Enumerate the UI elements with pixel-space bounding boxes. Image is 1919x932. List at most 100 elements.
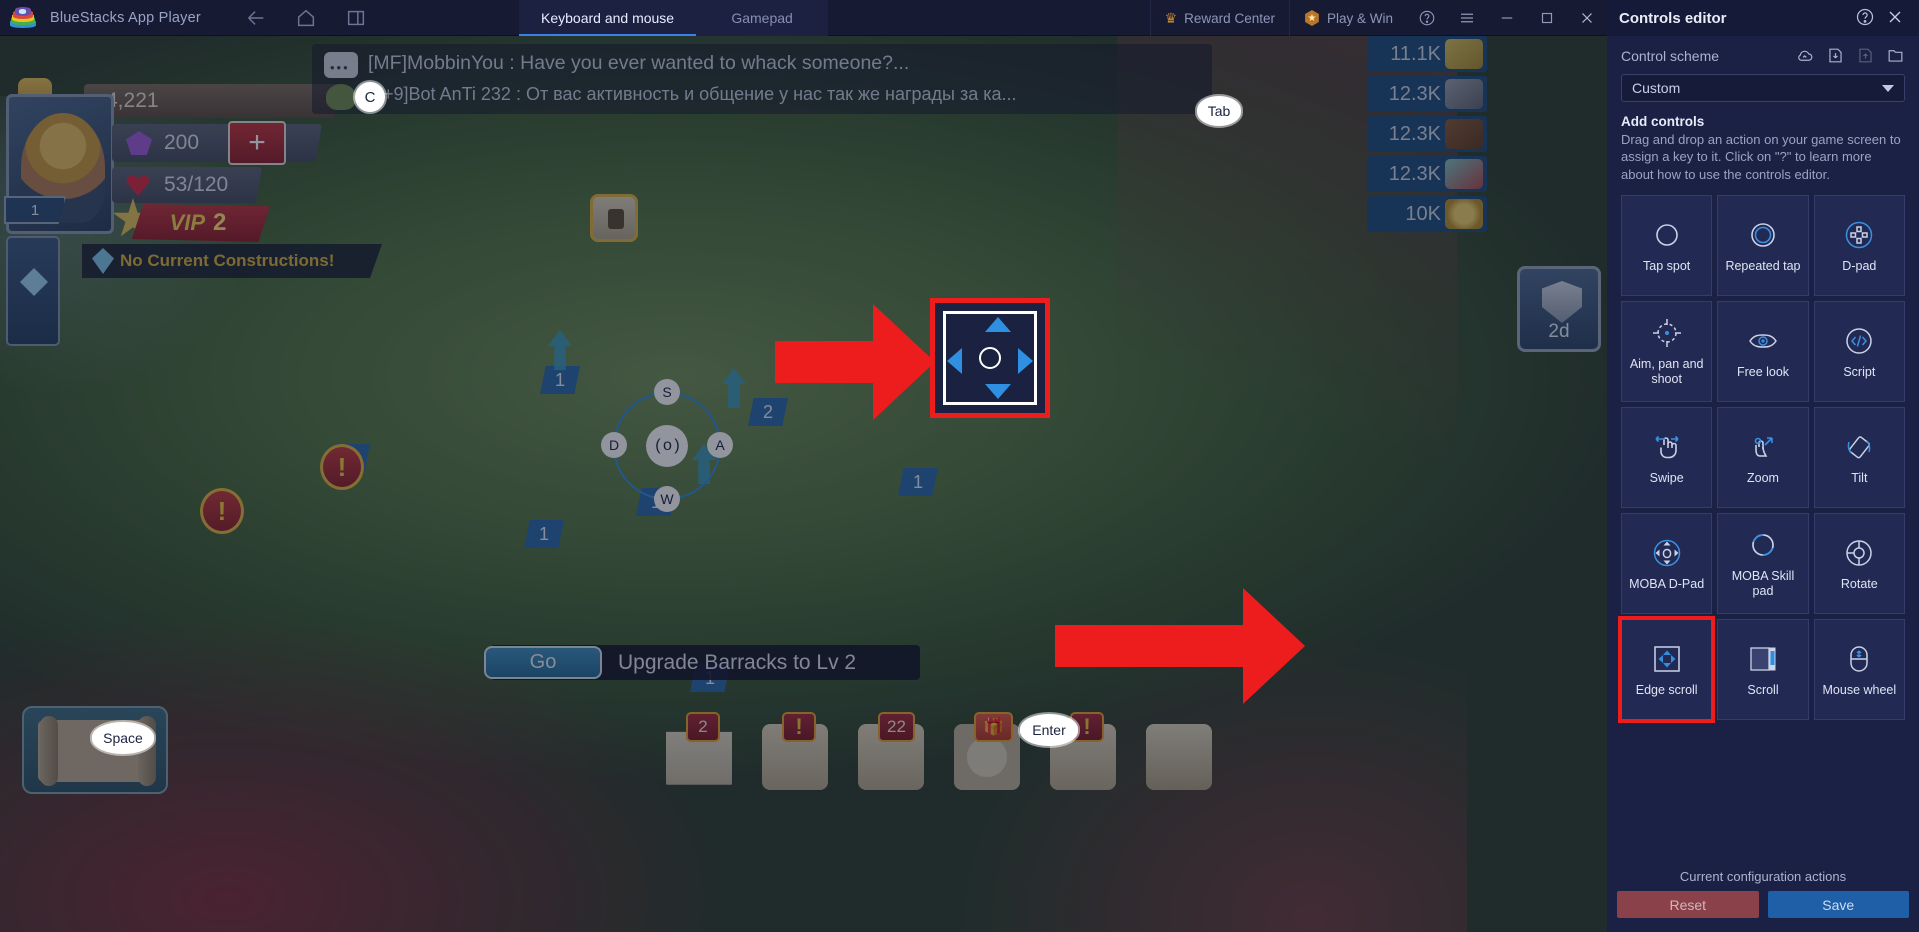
map-marker[interactable]: 1	[898, 468, 938, 496]
power-value: 4,221	[84, 84, 344, 118]
construction-status-text: No Current Constructions!	[120, 251, 335, 270]
reset-button[interactable]: Reset	[1617, 891, 1759, 918]
multi-instance-icon[interactable]	[345, 7, 367, 29]
close-button[interactable]	[1567, 0, 1607, 36]
control-scroll[interactable]: Scroll	[1717, 618, 1809, 720]
keycap-resources[interactable]: Tab	[1197, 96, 1241, 126]
cloud-sync-icon[interactable]	[1796, 46, 1815, 65]
control-tap-spot[interactable]: Tap spot	[1621, 194, 1713, 296]
help-circle-icon[interactable]	[1855, 7, 1877, 29]
control-rotate[interactable]: Rotate	[1813, 512, 1905, 614]
resource-value: 11.1K	[1390, 42, 1441, 65]
bag-button[interactable]	[1140, 718, 1218, 796]
quest-banner: Go Upgrade Barracks to Lv 2	[484, 645, 920, 680]
home-icon[interactable]	[295, 7, 317, 29]
chat-overlay[interactable]: ••• [MF]MobbinYou : Have you ever wanted…	[312, 44, 1212, 114]
map-marker[interactable]: 1	[540, 366, 580, 394]
rotate-icon	[1842, 536, 1876, 570]
annotation-arrow-edge-scroll	[1055, 588, 1305, 704]
joystick-center[interactable]: ( o )	[646, 425, 688, 467]
zoom-icon	[1746, 430, 1780, 464]
tab-keyboard-and-mouse[interactable]: Keyboard and mouse	[519, 0, 697, 36]
panel-header: Controls editor	[1607, 0, 1919, 36]
minimize-button[interactable]	[1487, 0, 1527, 36]
reward-center-button[interactable]: ♛ Reward Center	[1149, 0, 1289, 36]
control-free-look[interactable]: Free look	[1717, 300, 1809, 402]
control-aim-pan-shoot[interactable]: Aim, pan and shoot	[1621, 300, 1713, 402]
settings-gear-button[interactable]: 🎁	[948, 712, 1026, 796]
map-marker[interactable]: 1	[524, 520, 564, 548]
import-icon[interactable]	[1826, 46, 1845, 65]
resource-row-wheat[interactable]: 11.1K	[1367, 36, 1487, 72]
gift-icon: 🎁	[974, 712, 1014, 742]
gold-coin-icon	[1445, 199, 1483, 229]
minimap-scroll-button[interactable]	[22, 706, 168, 794]
reward-center-label: Reward Center	[1184, 10, 1275, 26]
control-edge-scroll[interactable]: Edge scroll	[1617, 615, 1716, 723]
vip-badge[interactable]: VIP 2	[131, 204, 270, 242]
joystick-key-up[interactable]: S	[654, 379, 680, 405]
control-repeated-tap[interactable]: Repeated tap	[1717, 194, 1809, 296]
control-scheme-section: Control scheme Custom	[1607, 36, 1919, 102]
mail-button[interactable]: 2	[660, 712, 738, 796]
locked-building-icon[interactable]	[590, 194, 638, 242]
control-label: Script	[1843, 364, 1876, 379]
add-controls-description: Drag and drop an action on your game scr…	[1621, 132, 1901, 182]
folder-icon[interactable]	[1886, 46, 1905, 65]
joystick-key-right[interactable]: A	[707, 432, 733, 458]
moba-skill-pad-icon	[1746, 528, 1780, 562]
export-icon[interactable]	[1856, 46, 1875, 65]
controls-editor-panel: Controls editor Control scheme Custom Ad…	[1607, 0, 1919, 932]
control-script[interactable]: Script	[1813, 300, 1905, 402]
controls-grid: Tap spot Repeated tap D-pad Aim, pan and…	[1607, 189, 1919, 723]
add-gems-button[interactable]: +	[228, 121, 286, 165]
back-arrow-icon[interactable]	[245, 7, 267, 29]
swipe-icon	[1650, 430, 1684, 464]
maximize-button[interactable]	[1527, 0, 1567, 36]
app-title: BlueStacks App Player	[50, 9, 201, 26]
resource-row-gold[interactable]: 10K	[1367, 196, 1487, 232]
control-moba-dpad[interactable]: MOBA D-Pad	[1621, 512, 1713, 614]
control-moba-skill-pad[interactable]: MOBA Skill pad	[1717, 512, 1809, 614]
control-swipe[interactable]: Swipe	[1621, 406, 1713, 508]
control-mouse-wheel[interactable]: Mouse wheel	[1813, 618, 1905, 720]
keycap-bag[interactable]: Enter	[1020, 714, 1078, 746]
control-label: Swipe	[1649, 470, 1684, 485]
control-label: Rotate	[1840, 576, 1878, 591]
quest-go-button[interactable]: Go	[484, 646, 602, 679]
close-icon[interactable]	[1885, 7, 1907, 29]
side-tab-button[interactable]	[6, 236, 60, 346]
resource-row-wood[interactable]: 12.3K	[1367, 116, 1487, 152]
panel-title: Controls editor	[1619, 9, 1727, 27]
bluestacks-window: BlueStacks App Player Keyboard and mouse…	[0, 0, 1919, 932]
moba-dpad-icon	[1650, 536, 1684, 570]
play-and-win-button[interactable]: ★ Play & Win	[1288, 0, 1407, 36]
keycap-chat[interactable]: C	[355, 82, 385, 112]
alert-pin-icon[interactable]: !	[320, 444, 364, 490]
game-viewport[interactable]: 1 2 1 1 1 1 1 ! ! 4,221 1 200 +	[0, 36, 1607, 932]
construction-status-bar[interactable]: No Current Constructions!	[82, 244, 382, 278]
aim-pan-shoot-icon	[1650, 316, 1684, 350]
mail-badge: 2	[686, 712, 720, 742]
control-scheme-select[interactable]: Custom	[1621, 74, 1905, 102]
shield-timer-badge[interactable]: 2d	[1517, 266, 1601, 352]
scroll-roll-left-icon	[40, 716, 58, 786]
control-label: Tap spot	[1643, 258, 1691, 273]
control-tilt[interactable]: Tilt	[1813, 406, 1905, 508]
joystick-key-left[interactable]: D	[601, 432, 627, 458]
tab-keyboard-and-mouse-label: Keyboard and mouse	[541, 10, 675, 26]
joystick-key-down[interactable]: W	[654, 486, 680, 512]
resource-row-gem-ore[interactable]: 12.3K	[1367, 156, 1487, 192]
alert-pin-icon[interactable]: !	[200, 488, 244, 534]
control-dpad[interactable]: D-pad	[1813, 194, 1905, 296]
control-zoom[interactable]: Zoom	[1717, 406, 1809, 508]
tasks-button[interactable]: 22	[852, 712, 930, 796]
tab-gamepad[interactable]: Gamepad	[696, 0, 829, 36]
keycap-minimap[interactable]: Space	[92, 722, 154, 754]
upgrade-arrow-icon	[548, 330, 572, 370]
save-button[interactable]: Save	[1767, 891, 1909, 918]
quests-button[interactable]: !	[756, 712, 834, 796]
menu-icon[interactable]	[1447, 0, 1487, 36]
resource-row-stone[interactable]: 12.3K	[1367, 76, 1487, 112]
help-icon[interactable]	[1407, 0, 1447, 36]
